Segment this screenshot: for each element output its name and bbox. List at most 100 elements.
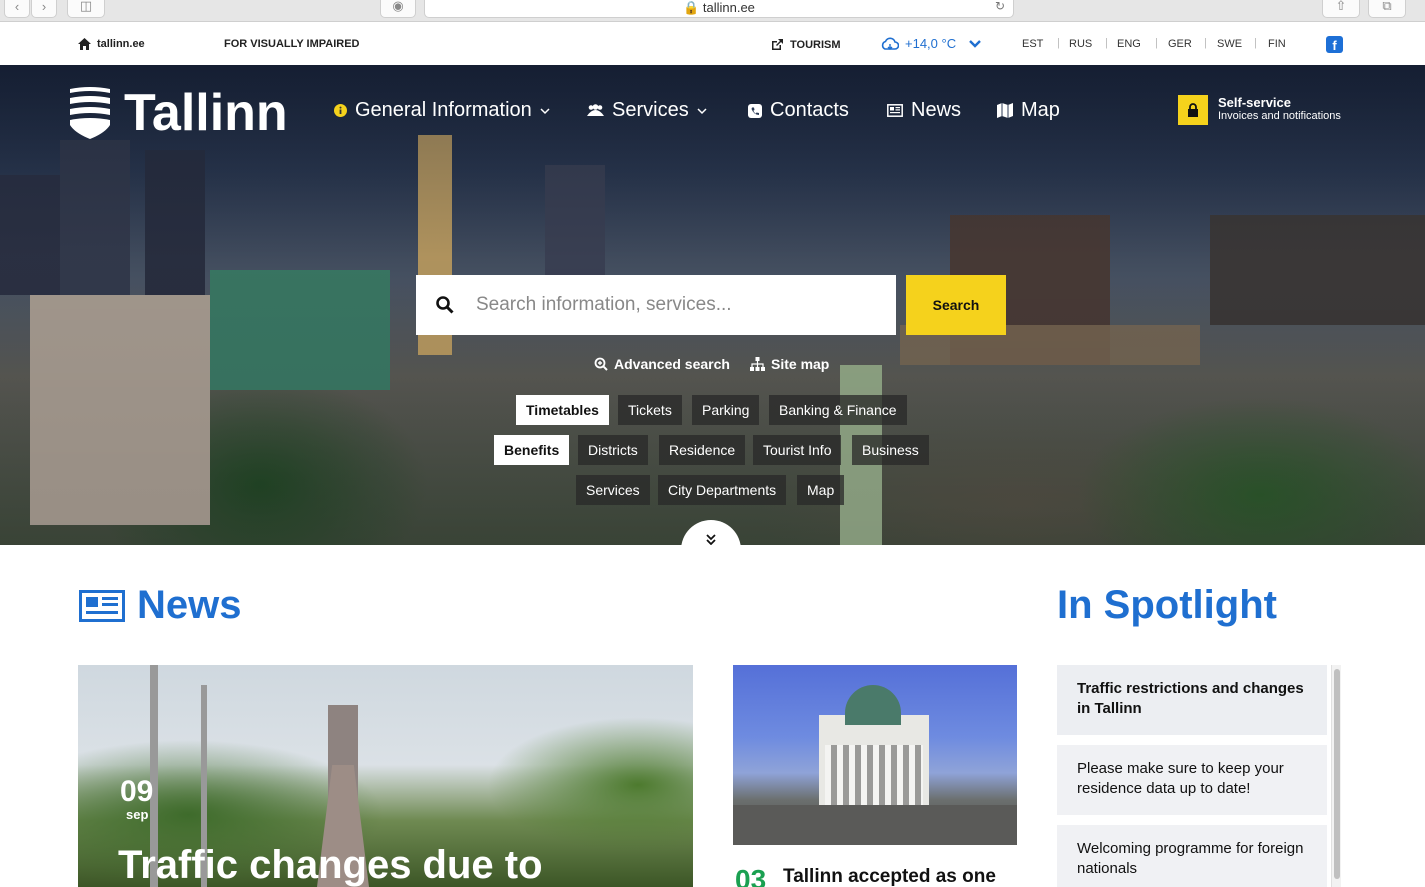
quick-tag-timetables[interactable]: Timetables <box>516 395 609 425</box>
lang-rus[interactable]: RUS <box>1069 38 1092 50</box>
lock-icon <box>1178 95 1208 125</box>
scrollbar-thumb[interactable] <box>1334 669 1340 879</box>
sidebar-toggle-icon[interactable]: ◫ <box>67 0 105 18</box>
search-input[interactable] <box>476 294 876 316</box>
cathedral-dome-image <box>845 685 901 725</box>
nav-services[interactable]: Services <box>587 99 707 122</box>
nav-label: News <box>911 99 962 121</box>
nav-contacts[interactable]: Contacts <box>748 99 849 122</box>
facebook-icon[interactable]: f <box>1326 36 1343 53</box>
newspaper-icon <box>887 104 903 117</box>
address-text: tallinn.ee <box>702 0 755 15</box>
tallinn-logo[interactable]: Tallinn <box>70 83 288 143</box>
visually-impaired-label: FOR VISUALLY IMPAIRED <box>224 38 360 50</box>
sitemap-icon <box>750 357 765 371</box>
lang-fin[interactable]: FIN <box>1268 38 1286 50</box>
weather-widget[interactable]: +14,0 °C <box>881 36 982 51</box>
share-icon[interactable]: ⇧ <box>1322 0 1360 18</box>
back-icon[interactable]: ‹ <box>4 0 30 18</box>
lang-est[interactable]: EST <box>1022 38 1043 50</box>
spotlight-item[interactable]: Traffic restrictions and changes in Tall… <box>1057 665 1327 735</box>
quick-tag-parking[interactable]: Parking <box>692 395 760 425</box>
forward-icon[interactable]: › <box>31 0 57 18</box>
quick-tag-business[interactable]: Business <box>852 435 929 465</box>
featured-news-card[interactable]: 09 sep Traffic changes due to <box>78 665 693 887</box>
advanced-search-label: Advanced search <box>614 356 730 372</box>
privacy-icon[interactable]: ◉ <box>380 0 416 18</box>
nav-label: General Information <box>355 99 532 121</box>
news-title[interactable]: Tallinn accepted as one <box>783 866 996 887</box>
lang-separator: | <box>1204 37 1207 49</box>
nav-general-information[interactable]: General Information <box>334 99 550 122</box>
cathedral-columns-image <box>825 745 923 805</box>
info-icon <box>334 104 347 117</box>
lang-swe[interactable]: SWE <box>1217 38 1242 50</box>
lang-separator: | <box>1105 37 1108 49</box>
search-box <box>416 275 896 335</box>
nav-news[interactable]: News <box>887 99 961 122</box>
tourism-label: TOURISM <box>790 39 841 51</box>
lang-separator: | <box>1254 37 1257 49</box>
quick-tag-tickets[interactable]: Tickets <box>618 395 682 425</box>
quick-tag-tourist-info[interactable]: Tourist Info <box>753 435 842 465</box>
nav-map[interactable]: Map <box>997 99 1060 122</box>
weather-temperature: +14,0 °C <box>905 36 957 51</box>
lock-icon: 🔒 <box>683 0 700 15</box>
self-service-link[interactable]: Self-service Invoices and notifications <box>1178 95 1341 125</box>
home-link[interactable]: tallinn.ee <box>78 38 145 50</box>
news-card-image[interactable] <box>733 665 1017 845</box>
cathedral-steps-image <box>733 805 1017 845</box>
quick-tag-services[interactable]: Services <box>576 475 650 505</box>
chevron-down-icon <box>969 39 981 48</box>
spotlight-item[interactable]: Welcoming programme for foreign national… <box>1057 825 1327 887</box>
chevron-down-icon <box>540 107 550 114</box>
self-service-title: Self-service <box>1218 95 1291 110</box>
advanced-search-link[interactable]: Advanced search <box>594 356 730 372</box>
visually-impaired-link[interactable]: FOR VISUALLY IMPAIRED <box>224 38 359 50</box>
tourism-link[interactable]: TOURISM <box>770 38 841 52</box>
news-title: Traffic changes due to <box>118 843 543 887</box>
site-map-link[interactable]: Site map <box>750 356 829 372</box>
site-map-label: Site map <box>771 356 830 372</box>
nav-label: Services <box>612 99 689 121</box>
quick-tag-map[interactable]: Map <box>797 475 845 505</box>
quick-tag-residence[interactable]: Residence <box>659 435 746 465</box>
search-button[interactable]: Search <box>906 275 1006 335</box>
quick-tag-city-departments[interactable]: City Departments <box>658 475 787 505</box>
address-bar[interactable]: 🔒 tallinn.ee ↻ <box>424 0 1014 18</box>
quick-tag-benefits[interactable]: Benefits <box>494 435 570 465</box>
external-link-icon <box>772 39 783 50</box>
nav-label: Map <box>1021 99 1060 121</box>
phone-icon <box>748 103 762 118</box>
logo-text: Tallinn <box>124 84 288 142</box>
quick-tag-banking-finance[interactable]: Banking & Finance <box>769 395 907 425</box>
lang-separator: | <box>1057 37 1060 49</box>
tabs-icon[interactable]: ⧉ <box>1368 0 1406 18</box>
browser-toolbar: ‹ › ◫ ◉ 🔒 tallinn.ee ↻ ⇧ ⧉ <box>0 0 1425 22</box>
spotlight-item[interactable]: Please make sure to keep your residence … <box>1057 745 1327 815</box>
spotlight-scrollbar[interactable] <box>1331 665 1341 887</box>
home-icon <box>78 38 91 50</box>
users-icon <box>587 104 604 116</box>
home-link-label: tallinn.ee <box>97 38 145 50</box>
nav-label: Contacts <box>770 99 849 121</box>
cloud-icon <box>881 37 899 50</box>
lang-ger[interactable]: GER <box>1168 38 1192 50</box>
spotlight-heading: In Spotlight <box>1057 583 1277 627</box>
news-date-day: 09 <box>120 775 154 808</box>
spotlight-list: Traffic restrictions and changes in Tall… <box>1057 665 1343 887</box>
utility-bar: tallinn.ee FOR VISUALLY IMPAIRED TOURISM… <box>0 23 1425 65</box>
hero-banner: Tallinn General Information Services Con… <box>0 65 1425 545</box>
quick-tag-districts[interactable]: Districts <box>578 435 648 465</box>
chevron-down-icon <box>697 107 707 114</box>
news-heading-text: News <box>137 583 242 627</box>
double-chevron-down-icon <box>706 534 716 545</box>
news-heading: News <box>79 583 242 628</box>
reload-icon[interactable]: ↻ <box>995 0 1005 13</box>
self-service-subtitle: Invoices and notifications <box>1218 110 1341 122</box>
newspaper-icon <box>79 589 125 622</box>
map-icon <box>997 103 1013 118</box>
shield-icon <box>70 87 110 139</box>
zoom-in-icon <box>594 357 608 371</box>
lang-eng[interactable]: ENG <box>1117 38 1141 50</box>
